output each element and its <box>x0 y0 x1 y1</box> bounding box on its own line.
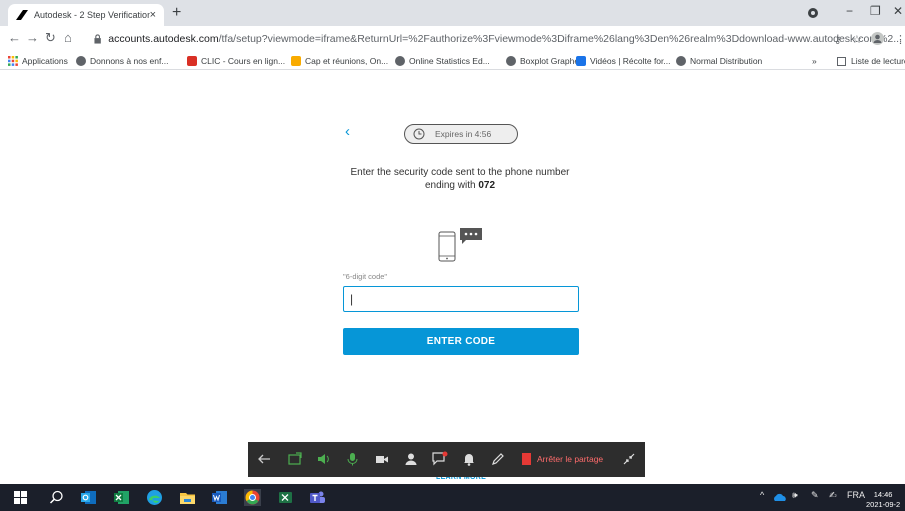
videos-site-icon <box>576 56 586 66</box>
reading-list-label: Liste de lecture <box>851 56 905 66</box>
reading-list-button[interactable]: Liste de lecture <box>837 56 905 66</box>
apps-grid-icon <box>8 56 18 66</box>
six-digit-code-input[interactable] <box>343 286 579 312</box>
autodesk-logo-icon <box>16 10 28 20</box>
globe-icon <box>76 56 86 66</box>
back-chevron-icon[interactable]: ‹ <box>345 124 350 139</box>
bookmark-boxplot-grapher[interactable]: Boxplot Grapher <box>506 56 582 66</box>
star-icon[interactable]: ☆ <box>852 32 862 48</box>
touch-keyboard-icon[interactable]: ✍ <box>829 490 837 501</box>
pen-workspace-icon[interactable]: ✎ <box>811 490 819 501</box>
excel-icon[interactable] <box>113 489 130 506</box>
annotation-pen-icon[interactable] <box>491 452 505 466</box>
bookmark-label: Boxplot Grapher <box>520 56 582 66</box>
enter-code-button[interactable]: ENTER CODE <box>343 328 579 355</box>
teams-icon[interactable] <box>309 489 326 506</box>
bookmark-cap-reunions[interactable]: Cap et réunions, On... <box>291 56 388 66</box>
browser-titlebar: Autodesk - 2 Step Verification × + − ❐ ✕ <box>0 0 905 26</box>
bookmark-label: CLIC - Cours en lign... <box>201 56 286 66</box>
reload-icon[interactable]: ↻ <box>45 30 56 46</box>
search-icon[interactable] <box>48 489 65 506</box>
instruction-line-2: ending with 072 <box>424 180 496 191</box>
instruction-line-1: Enter the security code sent to the phon… <box>350 167 570 178</box>
expiry-timer: Expires in 4:56 <box>404 124 518 144</box>
bookmark-label: Online Statistics Ed... <box>409 56 490 66</box>
url-host: accounts.autodesk.com <box>108 33 219 45</box>
collapse-arrow-icon[interactable] <box>257 452 271 466</box>
forward-arrow-icon[interactable]: → <box>26 30 39 46</box>
clock-icon <box>413 128 425 140</box>
onedrive-icon[interactable] <box>773 492 787 502</box>
chat-icon[interactable] <box>432 451 448 466</box>
windows-taskbar: ^ 🕪 ✎ ✍ FRA <box>0 484 905 511</box>
key-icon[interactable]: ⚷ <box>834 33 841 49</box>
bookmark-videos[interactable]: Vidéos | Récolte for... <box>576 56 670 66</box>
bookmark-label: Applications <box>22 56 68 66</box>
globe-icon <box>676 56 686 66</box>
new-tab-button[interactable]: + <box>172 5 181 21</box>
excel-file-icon[interactable] <box>277 489 294 506</box>
windows-start-icon[interactable] <box>12 489 29 506</box>
bookmarks-overflow-button[interactable]: » <box>812 56 817 66</box>
bookmark-label: Donnons à nos enf... <box>90 56 169 66</box>
microphone-icon[interactable] <box>346 452 360 466</box>
volume-icon[interactable]: 🕪 <box>792 490 798 501</box>
phone-suffix: 072 <box>478 180 496 191</box>
expiry-text: Expires in 4:56 <box>435 129 492 139</box>
share-screen-icon[interactable] <box>288 452 302 466</box>
show-hidden-icons-icon[interactable]: ^ <box>760 490 764 500</box>
bookmark-online-statistics[interactable]: Online Statistics Ed... <box>395 56 490 66</box>
browser-tab-autodesk[interactable]: Autodesk - 2 Step Verification × <box>8 4 164 26</box>
bookmark-label: Normal Distribution <box>690 56 763 66</box>
bookmark-label: Vidéos | Récolte for... <box>590 56 671 66</box>
bookmark-applications[interactable]: Applications <box>8 56 68 66</box>
profile-avatar-icon[interactable] <box>871 32 884 45</box>
menu-kebab-icon[interactable]: ⋮ <box>895 32 905 48</box>
clic-site-icon <box>187 56 197 66</box>
globe-icon <box>506 56 516 66</box>
bookmarks-bar: Applications Donnons à nos enf... CLIC -… <box>0 52 905 70</box>
camera-icon[interactable] <box>375 453 389 465</box>
address-bar[interactable]: accounts.autodesk.com /tfa/setup?viewmod… <box>94 30 902 48</box>
stop-sharing-button[interactable]: Arrêter le partage <box>522 453 603 465</box>
lock-icon <box>94 34 101 44</box>
minimize-icon[interactable]: − <box>846 4 853 18</box>
bookmark-normal-distribution[interactable]: Normal Distribution <box>676 56 762 66</box>
system-clock[interactable]: 14:46 2021-09-2 <box>866 490 900 510</box>
code-field-label: "6-digit code" <box>343 272 388 281</box>
clock-time: 14:46 <box>873 490 893 499</box>
notification-bell-icon[interactable] <box>462 452 476 466</box>
speaker-icon[interactable] <box>317 452 331 466</box>
edge-browser-icon[interactable] <box>146 489 163 506</box>
bookmark-clic[interactable]: CLIC - Cours en lign... <box>187 56 285 66</box>
clock-date: 2021-09-2 <box>866 500 901 509</box>
instruction-text: Enter the security code sent to the phon… <box>320 166 600 192</box>
globe-icon <box>395 56 405 66</box>
home-icon[interactable]: ⌂ <box>64 30 72 46</box>
minimize-arrows-icon[interactable] <box>622 452 636 466</box>
bookmark-donnons[interactable]: Donnons à nos enf... <box>76 56 168 66</box>
phone-message-icon <box>438 228 482 262</box>
word-icon[interactable] <box>211 489 228 506</box>
file-explorer-icon[interactable] <box>179 489 196 506</box>
chrome-icon[interactable] <box>244 489 261 506</box>
tab-title: Autodesk - 2 Step Verification <box>34 10 150 20</box>
cap-site-icon <box>291 56 301 66</box>
close-window-icon[interactable]: ✕ <box>893 4 903 18</box>
participants-icon[interactable] <box>404 452 418 466</box>
maximize-icon[interactable]: ❐ <box>870 4 881 18</box>
bookmark-label: Cap et réunions, On... <box>305 56 389 66</box>
url-path: /tfa/setup?viewmode=iframe&ReturnUrl=%2F… <box>218 33 902 45</box>
outlook-icon[interactable] <box>80 489 97 506</box>
back-arrow-icon[interactable]: ← <box>8 30 21 46</box>
tab-close-icon[interactable]: × <box>150 9 156 21</box>
extension-icon[interactable] <box>807 7 819 19</box>
overflow-chevron: » <box>812 56 817 66</box>
reading-list-icon <box>837 56 846 66</box>
stop-square-icon <box>522 453 531 465</box>
stop-sharing-label: Arrêter le partage <box>537 454 604 464</box>
input-language[interactable]: FRA <box>847 490 865 500</box>
